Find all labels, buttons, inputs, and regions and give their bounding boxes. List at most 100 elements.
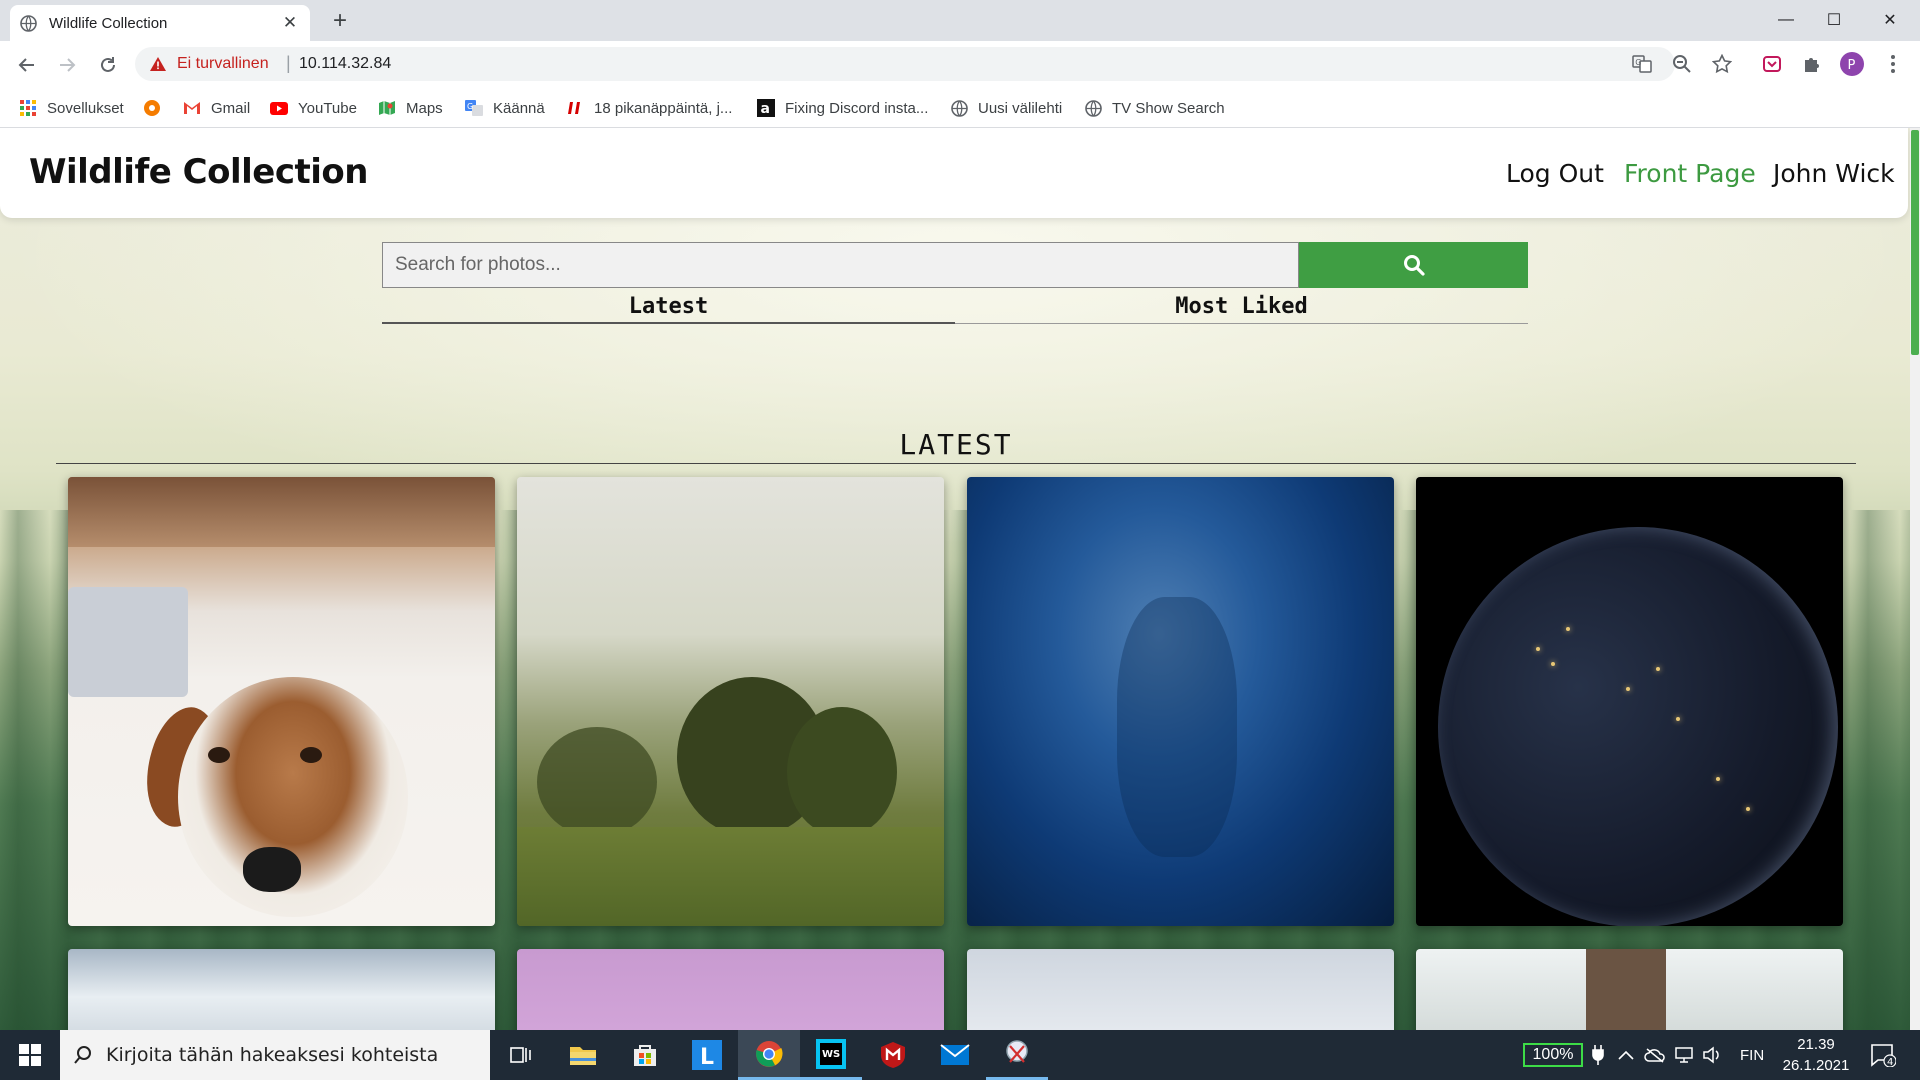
system-clock[interactable]: 21.39 26.1.2021: [1768, 1034, 1864, 1076]
url-text[interactable]: 10.114.32.84: [299, 55, 391, 73]
new-tab-button[interactable]: +: [326, 8, 354, 34]
search-button[interactable]: [1299, 242, 1528, 288]
chrome-icon: [756, 1040, 783, 1067]
taskbar-search-placeholder: Kirjoita tähän hakeaksesi kohteista: [106, 1044, 439, 1066]
back-button[interactable]: [13, 51, 41, 79]
clock-time: 21.39: [1797, 1036, 1835, 1053]
search-input[interactable]: Search for photos...: [382, 242, 1299, 288]
forward-arrow-icon: [60, 58, 76, 72]
a-letter-icon: a: [757, 99, 775, 117]
onedrive-cloud-icon[interactable]: [1644, 1030, 1666, 1080]
store-button[interactable]: [614, 1030, 676, 1080]
svg-text:L: L: [700, 1045, 714, 1070]
photo-card-misty-trees[interactable]: [517, 477, 944, 926]
bookmark-label: Sovellukset: [47, 99, 124, 117]
security-label[interactable]: Ei turvallinen: [177, 55, 269, 73]
page-scrollbar[interactable]: [1910, 128, 1920, 1030]
search-icon: [60, 1045, 106, 1065]
globe-icon: [950, 99, 968, 117]
l-app-button[interactable]: L: [676, 1030, 738, 1080]
bookmark-label: 18 pikanäppäintä, j...: [594, 99, 733, 117]
extensions-puzzle-icon[interactable]: [1800, 52, 1824, 76]
site-header: Wildlife Collection Log Out Front Page J…: [0, 128, 1908, 218]
photo-card-blue-texture[interactable]: [967, 477, 1394, 926]
reload-icon: [101, 57, 115, 72]
photo-card-row2-3[interactable]: [967, 949, 1394, 1030]
pocket-extension-icon[interactable]: [1760, 52, 1784, 76]
bookmark-label: YouTube: [298, 99, 357, 117]
mail-button[interactable]: [924, 1030, 986, 1080]
translate-icon: G: [465, 99, 483, 117]
bookmark-label: Uusi välilehti: [978, 99, 1063, 117]
section-divider: [56, 463, 1856, 464]
bookmark-maps[interactable]: Maps: [378, 97, 443, 119]
notification-center-button[interactable]: 4: [1870, 1030, 1896, 1080]
photo-card-dog[interactable]: [68, 477, 495, 926]
start-button[interactable]: [0, 1030, 60, 1080]
url-separator: |: [286, 53, 291, 73]
tab-most-liked[interactable]: Most Liked: [955, 294, 1528, 324]
bookmark-label: Gmail: [211, 99, 251, 117]
minimize-button[interactable]: —: [1762, 0, 1810, 40]
svg-text:P: P: [1848, 58, 1856, 73]
browser-tab-strip: Wildlife Collection ✕ + — ☐ ✕: [0, 0, 1920, 41]
chrome-button[interactable]: [738, 1030, 800, 1080]
file-explorer-button[interactable]: [552, 1030, 614, 1080]
power-plug-icon[interactable]: [1592, 1030, 1604, 1080]
network-icon[interactable]: [1674, 1030, 1694, 1080]
close-window-button[interactable]: ✕: [1866, 0, 1914, 40]
translate-icon[interactable]: G: [1630, 52, 1654, 76]
battery-percentage[interactable]: 100%: [1523, 1043, 1583, 1067]
task-view-button[interactable]: [490, 1030, 552, 1080]
photo-card-row2-2[interactable]: [517, 949, 944, 1030]
section-title: LATEST: [899, 428, 1013, 461]
bookmark-apps[interactable]: Sovellukset: [19, 97, 124, 119]
tab-title: Wildlife Collection: [49, 14, 168, 32]
mcafee-shield-icon: [881, 1042, 905, 1068]
bookmark-tv-show-search[interactable]: TV Show Search: [1084, 97, 1225, 119]
folder-icon: [570, 1047, 596, 1065]
browser-menu-icon[interactable]: [1881, 52, 1905, 76]
store-bag-icon: [634, 1045, 656, 1066]
globe-icon: [20, 14, 37, 32]
reload-button[interactable]: [94, 51, 122, 79]
photo-card-earth-night[interactable]: [1416, 477, 1843, 926]
os-taskbar: Kirjoita tähän hakeaksesi kohteista L WS…: [0, 1030, 1920, 1080]
bookmark-orange[interactable]: [143, 97, 171, 119]
warning-icon[interactable]: [149, 56, 167, 77]
chevron-up-icon[interactable]: [1618, 1030, 1634, 1080]
logout-link[interactable]: Log Out: [1506, 159, 1604, 188]
front-page-link[interactable]: Front Page: [1624, 159, 1756, 188]
search-placeholder: Search for photos...: [395, 254, 561, 275]
bookmark-translate[interactable]: G Käännä: [465, 97, 545, 119]
language-indicator[interactable]: FIN: [1740, 1030, 1764, 1080]
maps-icon: [378, 99, 396, 117]
bookmark-gmail[interactable]: Gmail: [183, 97, 250, 119]
bookmark-label: Fixing Discord insta...: [785, 99, 929, 117]
profile-avatar-icon[interactable]: P: [1840, 52, 1864, 76]
volume-icon[interactable]: [1702, 1030, 1722, 1080]
task-view-icon: [510, 1047, 531, 1063]
photo-card-row2-1[interactable]: [68, 949, 495, 1030]
snipping-tool-button[interactable]: [986, 1030, 1048, 1080]
mcafee-button[interactable]: [862, 1030, 924, 1080]
bookmark-discord-fix[interactable]: a Fixing Discord insta...: [757, 97, 928, 119]
site-title[interactable]: Wildlife Collection: [29, 152, 368, 192]
address-bar[interactable]: Ei turvallinen | 10.114.32.84: [135, 47, 1675, 81]
tab-latest[interactable]: Latest: [382, 294, 955, 324]
bookmark-youtube[interactable]: YouTube: [270, 97, 357, 119]
user-profile-link[interactable]: John Wick: [1773, 159, 1895, 188]
webstorm-button[interactable]: WS: [800, 1030, 862, 1080]
bookmark-new-tab[interactable]: Uusi välilehti: [950, 97, 1062, 119]
photo-card-row2-4[interactable]: [1416, 949, 1843, 1030]
scrollbar-thumb[interactable]: [1911, 130, 1919, 355]
zoom-icon[interactable]: [1670, 52, 1694, 76]
clock-date: 26.1.2021: [1782, 1057, 1850, 1074]
tab-close-icon[interactable]: ✕: [280, 13, 300, 33]
bookmark-star-icon[interactable]: [1710, 52, 1734, 76]
taskbar-search[interactable]: Kirjoita tähän hakeaksesi kohteista: [60, 1030, 490, 1080]
bookmark-shortcuts[interactable]: 18 pikanäppäintä, j...: [566, 97, 732, 119]
browser-tab[interactable]: Wildlife Collection ✕: [10, 5, 310, 41]
maximize-button[interactable]: ☐: [1810, 0, 1858, 40]
forward-button[interactable]: [53, 51, 81, 79]
